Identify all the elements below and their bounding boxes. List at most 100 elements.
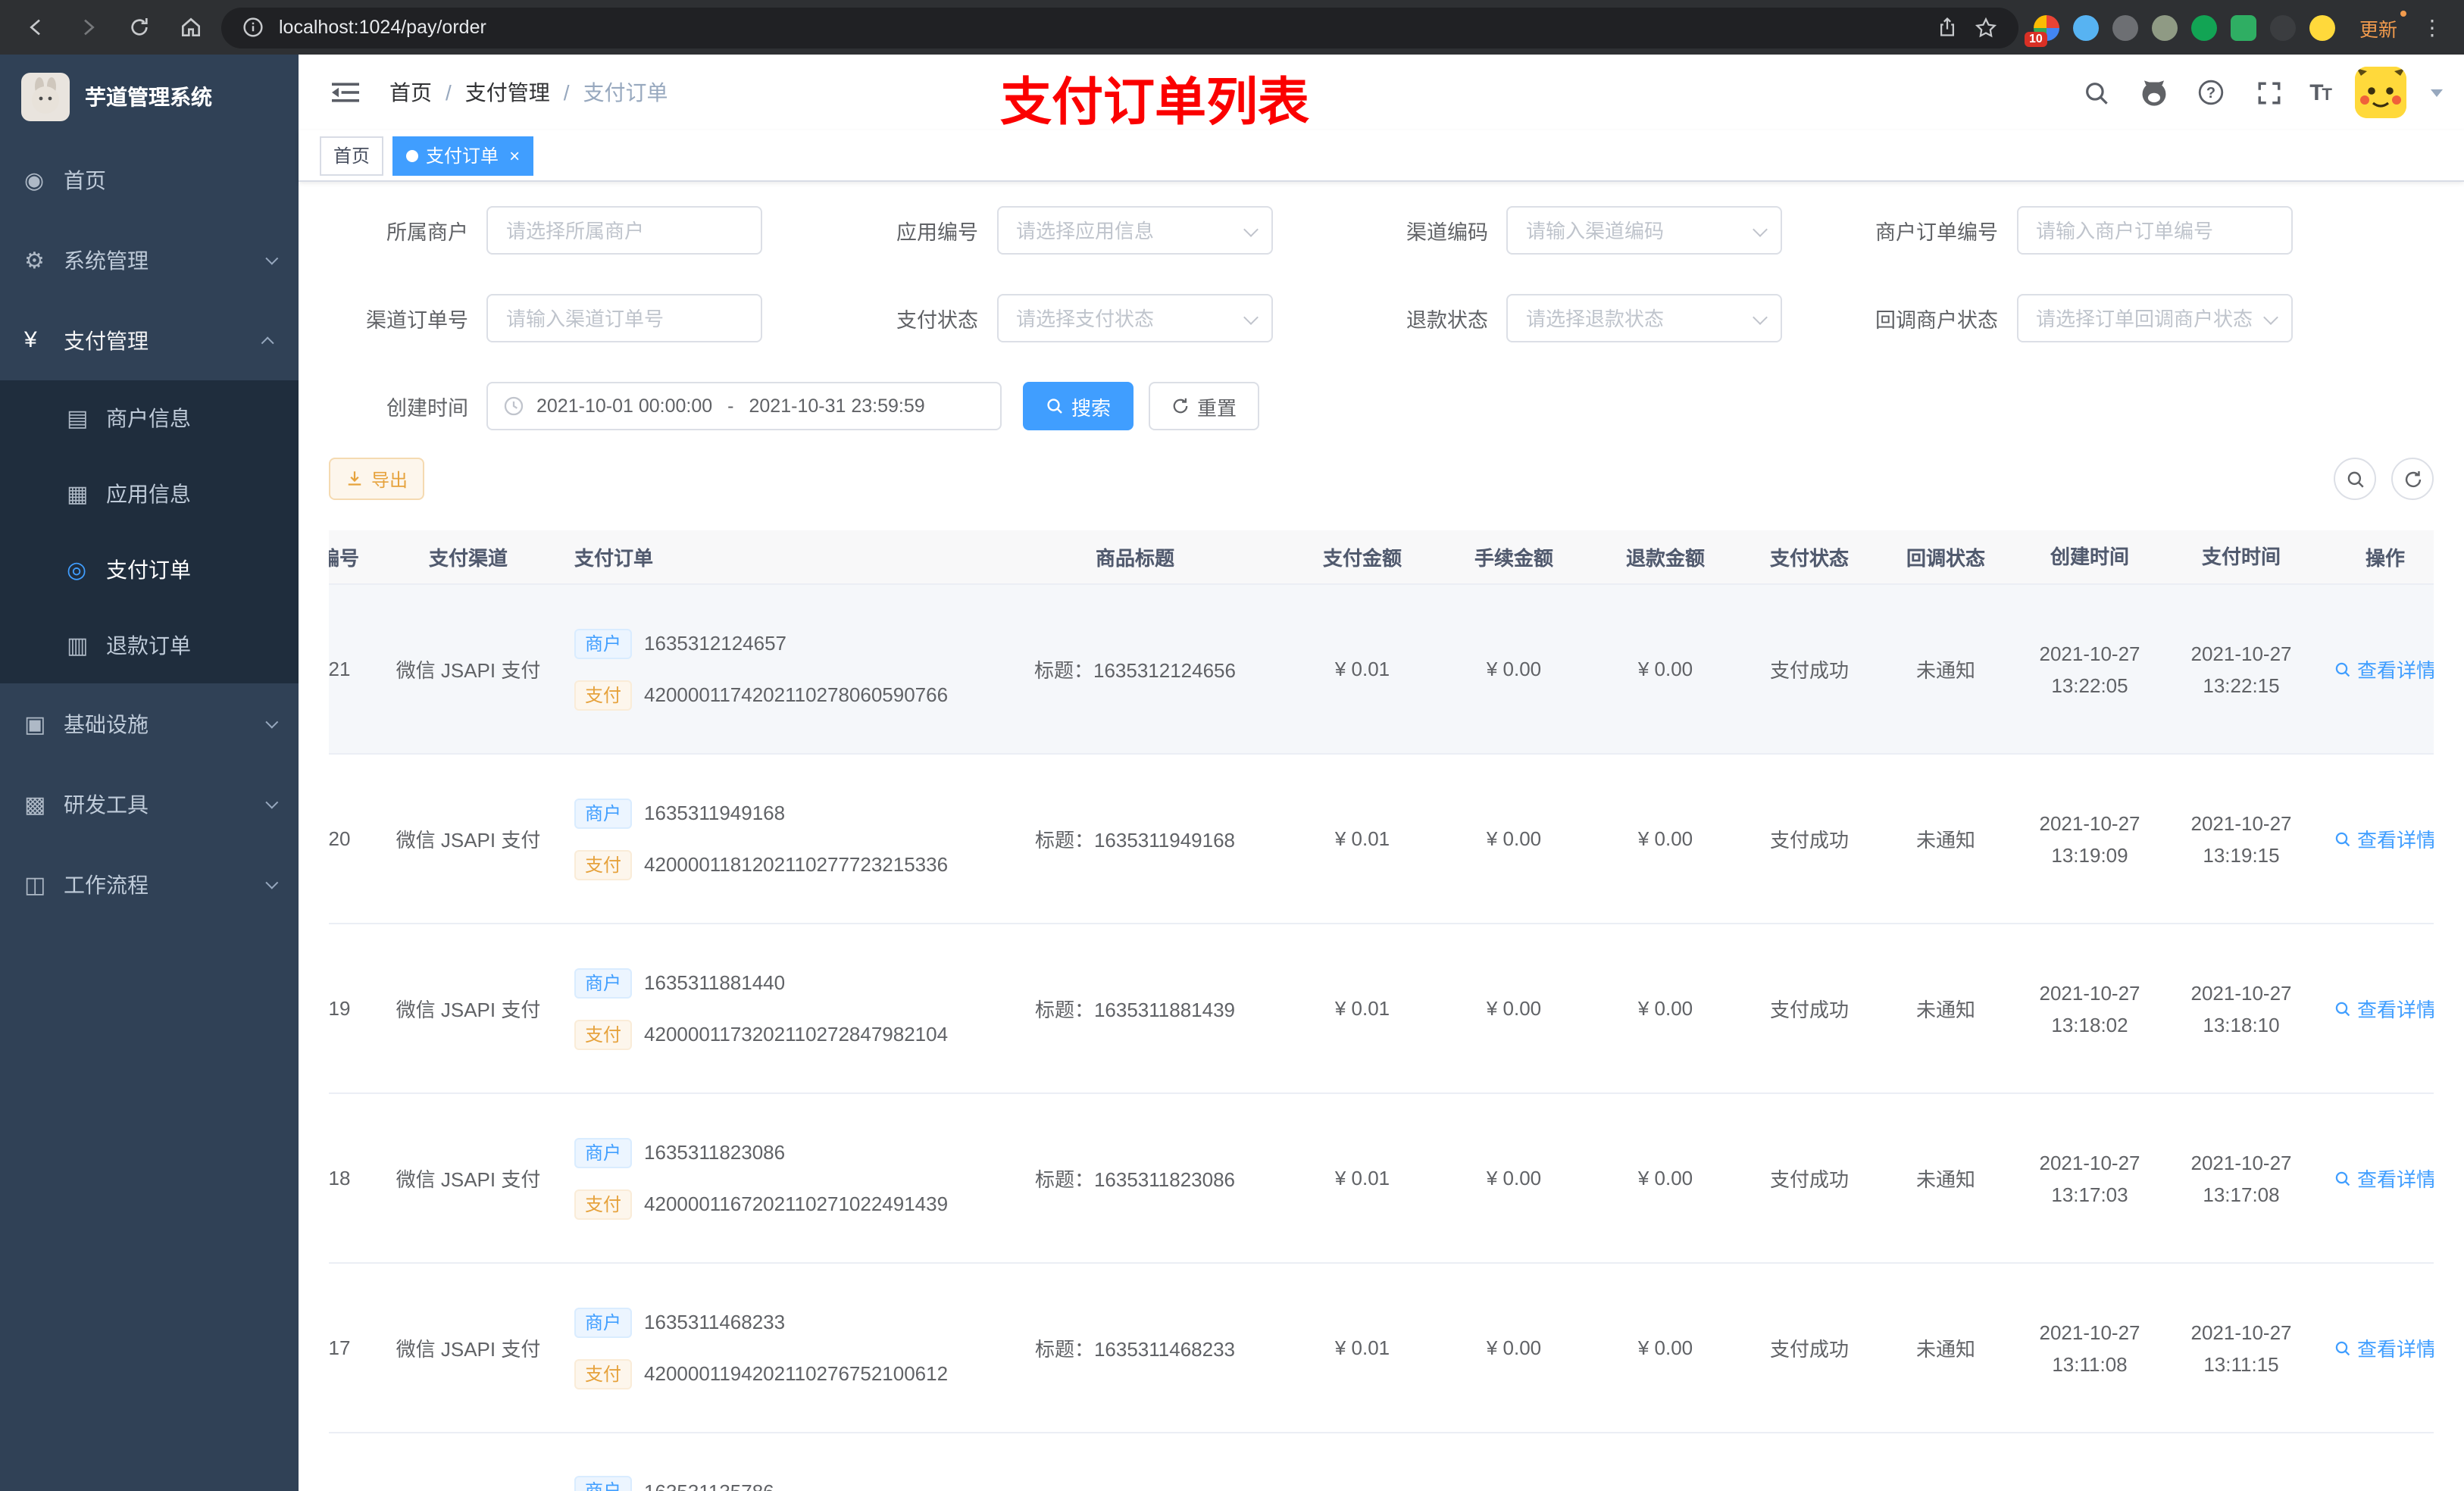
filter-form: 所属商户 应用编号 渠道编码 商户订单编号 <box>329 206 2344 342</box>
view-detail-link[interactable]: 查看详情 <box>2334 655 2434 683</box>
sidebar-item-merchant-info[interactable]: ▤ 商户信息 <box>0 380 299 456</box>
reset-button[interactable]: 重置 <box>1149 382 1260 430</box>
pay-tag: 支付 <box>574 849 633 880</box>
channel-order-no-input[interactable] <box>486 294 762 342</box>
tab-home[interactable]: 首页 <box>320 136 384 175</box>
orders-table: 编号 支付渠道 支付订单 商品标题 支付金额 手续金额 退款金额 支付状态 回调… <box>329 530 2434 1491</box>
filter-label-refund-status: 退款状态 <box>1406 309 1488 332</box>
filter-label-merchant-order-no: 商户订单编号 <box>1875 221 1998 244</box>
sidebar-item-refund-order[interactable]: ▥ 退款订单 <box>0 608 299 683</box>
github-icon[interactable] <box>2137 76 2170 109</box>
hamburger-icon[interactable] <box>320 67 371 118</box>
drop-extension-icon[interactable] <box>2072 14 2099 40</box>
chevron-down-icon <box>265 251 279 264</box>
view-detail-link[interactable]: 查看详情 <box>2334 994 2434 1023</box>
font-size-icon[interactable]: TT <box>2309 80 2332 105</box>
search-button[interactable]: 搜索 <box>1023 382 1134 430</box>
merchant-tag: 商户 <box>574 628 633 658</box>
bookmark-star-icon[interactable] <box>1973 14 2000 41</box>
globe-extension-icon[interactable] <box>2112 14 2138 40</box>
circle-extension-icon[interactable] <box>2151 14 2178 40</box>
app-no-select[interactable] <box>996 206 1272 255</box>
sidebar-item-system[interactable]: ⚙ 系统管理 <box>0 220 299 300</box>
sidebar: 芋道管理系统 ◉ 首页 ⚙ 系统管理 ¥ 支付管理 ▤ 商户信息 ▦ 应用信息 … <box>0 55 299 1491</box>
sidebar-item-pay-order[interactable]: ◎ 支付订单 <box>0 532 299 608</box>
chevron-down-icon <box>265 875 279 889</box>
pay-tag: 支付 <box>574 1358 633 1389</box>
sidebar-item-dev-tools[interactable]: ▩ 研发工具 <box>0 764 299 844</box>
magnifier-icon <box>2336 1001 2351 1016</box>
fullscreen-icon[interactable] <box>2252 76 2285 109</box>
sidebar-item-app-info[interactable]: ▦ 应用信息 <box>0 456 299 532</box>
caret-down-icon[interactable] <box>2431 89 2443 96</box>
breadcrumb-section[interactable]: 支付管理 <box>465 77 550 108</box>
sidebar-item-payment[interactable]: ¥ 支付管理 <box>0 300 299 380</box>
pay-status-select[interactable] <box>996 294 1272 342</box>
channel-code-select[interactable] <box>1506 206 1782 255</box>
pay-order-cell: 商户 1635311881440 支付 4200001173202110272847… <box>559 967 983 1049</box>
magnifier-icon <box>2336 1340 2351 1355</box>
filter-label-app-no: 应用编号 <box>896 221 978 244</box>
extension-badge: 10 <box>2024 31 2047 46</box>
check-extension-icon[interactable] <box>2190 14 2217 40</box>
chevron-down-icon <box>265 714 279 728</box>
url-text[interactable]: localhost:1024/pay/order <box>279 17 1921 38</box>
share-icon[interactable] <box>1934 14 1961 41</box>
export-button[interactable]: 导出 <box>329 458 425 500</box>
pay-order-cell: 商户 163531135786 <box>559 1476 983 1491</box>
refresh-button[interactable] <box>2391 458 2434 500</box>
card-icon: ▤ <box>67 406 89 432</box>
breadcrumb: 首页 / 支付管理 / 支付订单 <box>389 77 668 108</box>
list-toolbar: 导出 <box>329 458 2434 500</box>
refund-status-select[interactable] <box>1506 294 1782 342</box>
sidebar-item-workflow[interactable]: ◫ 工作流程 <box>0 844 299 924</box>
merchant-input[interactable] <box>486 206 762 255</box>
tab-pay-order[interactable]: 支付订单 × <box>392 136 534 175</box>
merchant-order-no-input[interactable] <box>2016 206 2292 255</box>
grid-icon: ▦ <box>67 482 89 508</box>
search-icon <box>2347 470 2363 487</box>
avatar[interactable] <box>2355 67 2406 118</box>
clock-icon <box>504 396 524 416</box>
app-title: 芋道管理系统 <box>85 85 212 109</box>
tools-icon: ▩ <box>24 792 46 817</box>
pay-order-cell: 商户 1635311468233 支付 4200001194202110276752… <box>559 1307 983 1389</box>
view-detail-link[interactable]: 查看详情 <box>2334 824 2434 853</box>
dashboard-icon: ◉ <box>24 167 45 193</box>
browser-update-button[interactable]: 更新 <box>2350 10 2407 42</box>
back-icon[interactable] <box>15 6 58 48</box>
sidebar-item-home[interactable]: ◉ 首页 <box>0 139 299 220</box>
info-icon[interactable] <box>239 14 267 41</box>
magnifier-icon <box>2336 831 2351 846</box>
dots-extension-icon[interactable]: 10 <box>2024 14 2059 46</box>
pay-tag: 支付 <box>574 680 633 710</box>
main-panel: 首页 / 支付管理 / 支付订单 ? TT 首页 支付订单 × 所属商户 请选择… <box>299 55 2464 1491</box>
pay-order-cell: 商户 1635312124657 支付 4200001174202110278060… <box>559 628 983 710</box>
close-icon[interactable]: × <box>506 146 520 164</box>
forward-icon[interactable] <box>67 6 109 48</box>
table-header: 编号 支付渠道 支付订单 商品标题 支付金额 手续金额 退款金额 支付状态 回调… <box>329 530 2434 585</box>
navbar: 首页 / 支付管理 / 支付订单 ? TT <box>299 55 2464 130</box>
pay-order-cell: 商户 1635311823086 支付 4200001167202110271022… <box>559 1137 983 1219</box>
chat-extension-icon[interactable] <box>2230 14 2256 40</box>
pin-extension-icon[interactable] <box>2269 14 2296 40</box>
url-bar[interactable]: localhost:1024/pay/order <box>221 7 2018 48</box>
home-icon[interactable] <box>170 6 212 48</box>
gear-icon: ⚙ <box>24 248 45 274</box>
breadcrumb-home[interactable]: 首页 <box>389 77 432 108</box>
search-icon[interactable] <box>2079 76 2112 109</box>
tags-view: 首页 支付订单 × <box>299 130 2464 182</box>
toggle-search-button[interactable] <box>2334 458 2376 500</box>
reload-icon[interactable] <box>118 6 161 48</box>
smiley-extension-icon[interactable] <box>2309 14 2335 40</box>
notify-status-select[interactable] <box>2016 294 2292 342</box>
create-time-range-input[interactable]: 2021-10-01 00:00:00 - 2021-10-31 23:59:5… <box>486 382 1002 430</box>
yen-icon: ¥ <box>24 327 37 353</box>
view-detail-link[interactable]: 查看详情 <box>2334 1333 2434 1362</box>
sidebar-item-infra[interactable]: ▣ 基础设施 <box>0 683 299 764</box>
help-icon[interactable]: ? <box>2194 76 2228 109</box>
table-row: 21 微信 JSAPI 支付 商户 1635312124657 支付 4200001… <box>329 585 2434 755</box>
view-detail-link[interactable]: 查看详情 <box>2334 1164 2434 1192</box>
pay-order-cell: 商户 1635311949168 支付 4200001181202110277723… <box>559 798 983 880</box>
browser-menu-icon[interactable]: ⋮ <box>2416 14 2449 40</box>
